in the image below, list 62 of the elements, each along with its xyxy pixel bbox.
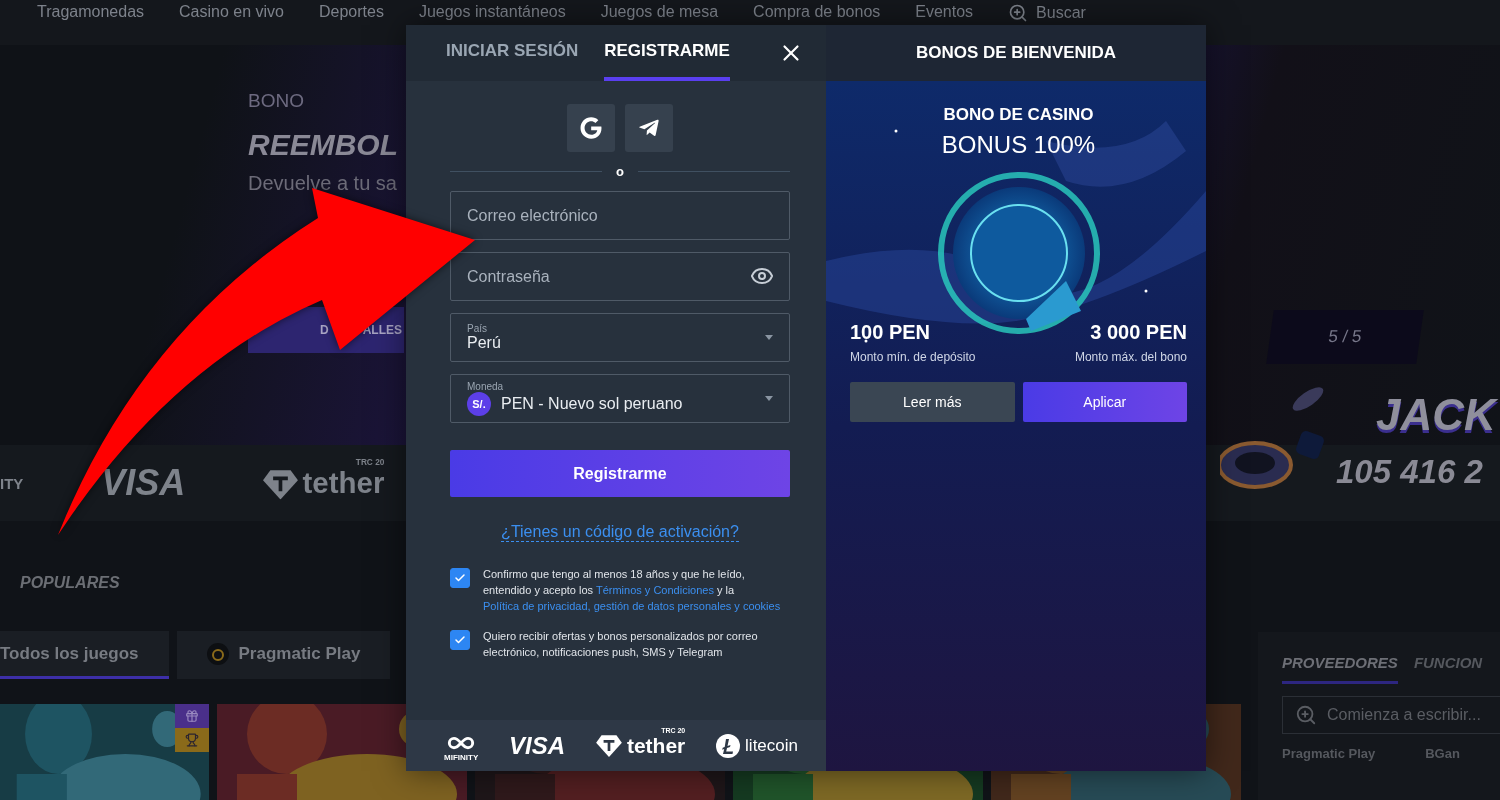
- search-link[interactable]: Buscar: [1008, 3, 1086, 23]
- search-icon: [1295, 704, 1317, 726]
- nav-link[interactable]: Tragamonedas: [37, 3, 145, 21]
- auth-tab[interactable]: INICIAR SESIÓN: [446, 25, 579, 81]
- visa-logo: VISA: [509, 731, 566, 760]
- banner-subtitle: Devuelve a tu sa: [248, 172, 397, 195]
- nav-link[interactable]: Casino en vivo: [179, 3, 284, 21]
- consent-checkbox[interactable]: [450, 630, 470, 650]
- tether-icon: [595, 734, 622, 757]
- nav-link[interactable]: Deportes: [319, 3, 384, 21]
- provider-item[interactable]: BGan: [1425, 746, 1460, 761]
- payment-logo-text: tether: [626, 733, 686, 758]
- check-icon: [454, 634, 466, 646]
- consent-text: Quiero recibir ofertas y bonos personalizados por correo electrónico, notificaciones push, SMS y Telegram: [483, 629, 759, 660]
- check-icon: [454, 572, 466, 584]
- nav-link[interactable]: Juegos de mesa: [600, 3, 719, 21]
- consent-checkbox[interactable]: [450, 568, 470, 588]
- google-icon: [580, 117, 602, 139]
- network-tag: TRC 20: [356, 456, 385, 466]
- password-field[interactable]: Contraseña: [450, 252, 790, 301]
- litecoin-icon: [716, 733, 741, 758]
- payment-logo-text: litecoin: [745, 735, 798, 756]
- caret-icon: [765, 396, 773, 401]
- gift-badge: [175, 704, 209, 728]
- payment-logo-text: tether: [302, 466, 385, 500]
- search-icon: [1008, 3, 1029, 23]
- nav-link[interactable]: Juegos instantáneos: [418, 3, 566, 21]
- banner-eyebrow: BONO: [248, 90, 304, 112]
- trophy-badge: [175, 728, 209, 752]
- divider-text: o: [616, 164, 624, 179]
- google-button[interactable]: [567, 104, 615, 152]
- consent-link[interactable]: Términos y Condiciones: [595, 584, 714, 596]
- country-select[interactable]: País Perú: [450, 313, 790, 362]
- payment-logo-text: ITY: [0, 474, 24, 492]
- consent-link[interactable]: Política de privacidad, gestión de datos personales y cookies: [483, 598, 783, 614]
- banner-title: REEMBOL: [248, 128, 398, 162]
- auth-tab[interactable]: REGISTRARME: [604, 25, 730, 81]
- nav-link[interactable]: Compra de bonos: [753, 3, 881, 21]
- payment-logo-text: MIFINITY: [444, 753, 479, 762]
- jackpot-amount: 105 416 2: [1336, 454, 1484, 488]
- register-button[interactable]: Registrarme: [450, 450, 790, 497]
- coin-icon: [206, 642, 229, 665]
- caret-icon: [765, 335, 773, 340]
- providers-tab[interactable]: PROVEEDORES: [1282, 654, 1398, 684]
- nav-link[interactable]: Eventos: [915, 3, 974, 21]
- email-field[interactable]: Correo electrónico: [450, 191, 790, 240]
- tether-icon: [263, 467, 299, 499]
- slide-counter: 5 / 5: [1266, 310, 1424, 364]
- jackpot-title: JACK: [1376, 392, 1496, 437]
- section-title: POPULARES: [20, 574, 120, 592]
- provider-item[interactable]: Pragmatic Play: [1282, 746, 1376, 761]
- category-tab[interactable]: Pragmatic Play: [176, 631, 391, 679]
- panel-title: BONOS DE BIENVENIDA: [915, 43, 1117, 63]
- paper-plane-icon: [638, 117, 660, 139]
- category-tab[interactable]: Todos los juegos: [0, 631, 169, 679]
- visa-logo: VISA: [101, 462, 186, 504]
- provider-search-field[interactable]: Comienza a escribir...: [1282, 696, 1500, 734]
- activation-code-link[interactable]: ¿Tienes un código de activación?: [501, 523, 739, 542]
- providers-tab[interactable]: FUNCION: [1413, 654, 1483, 684]
- consent-text: Confirmo que tengo al menos 18 años y que he leído, entendido y acepto los Términos y Condiciones y la Política de privacidad, gestión de datos personales y cookies: [483, 567, 783, 614]
- currency-select[interactable]: Moneda S/. PEN - Nuevo sol peruano: [450, 374, 790, 423]
- telegram-button[interactable]: [625, 104, 673, 152]
